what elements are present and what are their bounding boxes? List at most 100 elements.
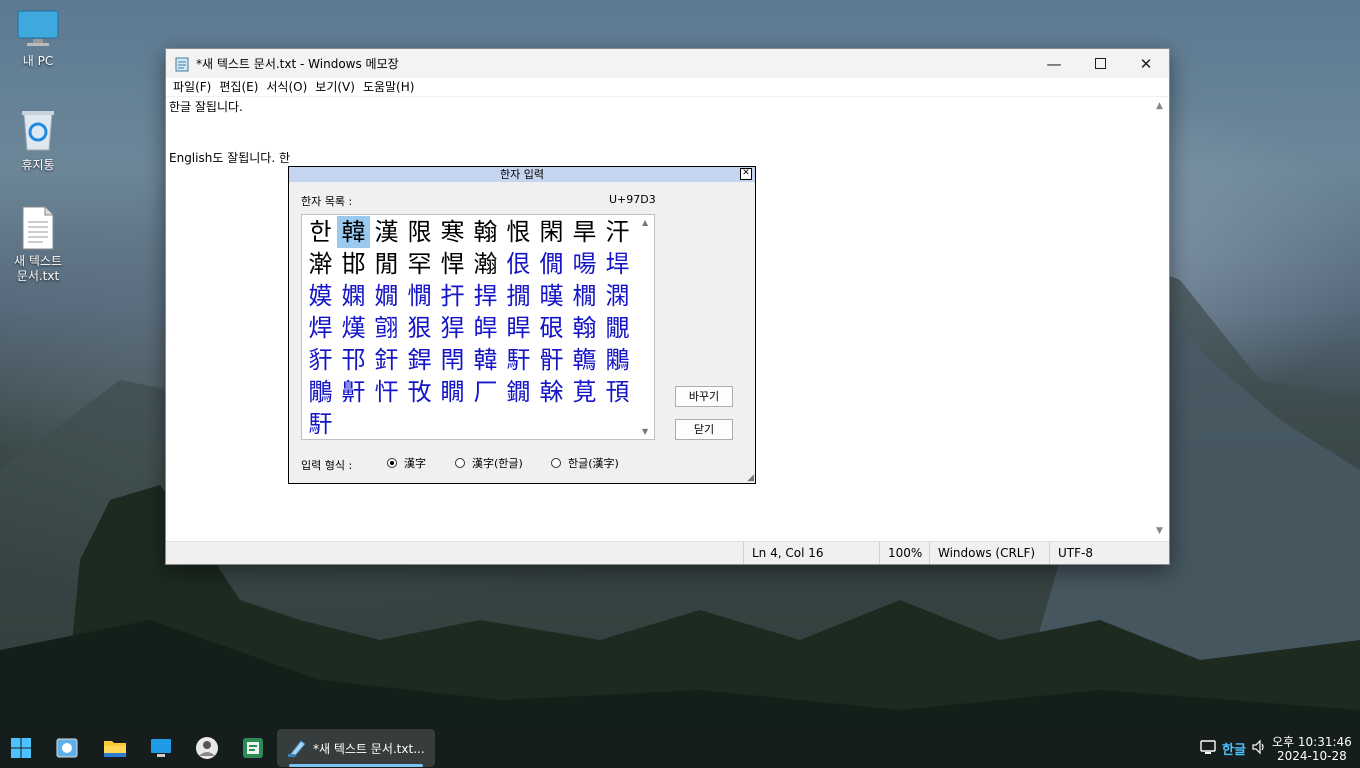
close-dialog-button[interactable]: 닫기 xyxy=(675,419,733,440)
hanja-candidate[interactable]: 鷴 xyxy=(601,344,634,376)
hanja-candidate[interactable]: 罕 xyxy=(403,248,436,280)
hanja-candidate[interactable]: 漢 xyxy=(370,216,403,248)
hanja-candidate[interactable]: 寒 xyxy=(436,216,469,248)
format-radio-hangul-hanja[interactable]: 한글(漢字) xyxy=(551,455,619,471)
hanja-candidate[interactable]: 韓 xyxy=(337,216,370,248)
hanja-candidate[interactable]: 邗 xyxy=(337,344,370,376)
menu-view[interactable]: 보기(V) xyxy=(314,78,362,96)
hanja-candidate[interactable]: 邯 xyxy=(337,248,370,280)
network-icon[interactable] xyxy=(1200,739,1216,758)
hanja-candidate[interactable]: 鼾 xyxy=(337,376,370,408)
start-button[interactable] xyxy=(9,736,33,760)
hanja-candidate[interactable]: 攼 xyxy=(403,376,436,408)
hanja-candidate[interactable]: 啺 xyxy=(568,248,601,280)
clock-date[interactable]: 2024-10-28 xyxy=(1277,749,1347,763)
hanja-candidate[interactable]: 恨 xyxy=(502,216,535,248)
menu-format[interactable]: 서식(O) xyxy=(265,78,314,96)
clock-time[interactable]: 오후 10:31:46 xyxy=(1272,733,1352,750)
hanja-candidate[interactable]: 銲 xyxy=(403,344,436,376)
hanja-candidate[interactable]: 暵 xyxy=(535,280,568,312)
hanja-candidate[interactable]: 莧 xyxy=(568,376,601,408)
hanja-candidate[interactable]: 厂 xyxy=(469,376,502,408)
hanja-candidate[interactable]: 榦 xyxy=(535,376,568,408)
format-radio-hanja-hangul[interactable]: 漢字(한글) xyxy=(455,455,523,471)
hanja-candidate[interactable]: 韓 xyxy=(469,344,502,376)
hanja-candidate[interactable]: 限 xyxy=(403,216,436,248)
taskbar-app-3[interactable] xyxy=(149,736,173,760)
hanja-candidate-list[interactable]: 한韓漢限寒翰恨閑旱汗澣邯閒罕悍瀚佷僩啺垾嫫嫻嫺憪扞捍撊暵橌澖焊熯翧狠猂皔睅硍翰覵… xyxy=(301,214,655,440)
hanja-candidate[interactable]: 嫫 xyxy=(304,280,337,312)
hanja-candidate[interactable]: 憪 xyxy=(403,280,436,312)
hanja-candidate[interactable]: 皔 xyxy=(469,312,502,344)
dialog-title-bar[interactable]: 한자 입력 ✕ xyxy=(289,167,755,182)
hanja-candidate[interactable]: 嫻 xyxy=(337,280,370,312)
hanja-candidate[interactable]: 閒 xyxy=(370,248,403,280)
scroll-up-icon[interactable]: ▲ xyxy=(1156,101,1163,111)
ime-mode-indicator[interactable]: 한글 xyxy=(1222,739,1246,758)
hanja-candidate[interactable]: 垾 xyxy=(601,248,634,280)
hanja-candidate[interactable]: 釬 xyxy=(370,344,403,376)
hanja-candidate[interactable]: 頇 xyxy=(601,376,634,408)
hanja-candidate[interactable]: 橌 xyxy=(568,280,601,312)
scroll-up-icon[interactable]: ▲ xyxy=(642,218,648,227)
hanja-candidate[interactable]: 翧 xyxy=(370,312,403,344)
hanja-candidate[interactable]: 熯 xyxy=(337,312,370,344)
desktop-icon-my-pc[interactable]: 내 PC xyxy=(0,10,76,69)
hanja-candidate[interactable]: 睅 xyxy=(502,312,535,344)
hanja-candidate[interactable]: 鐗 xyxy=(502,376,535,408)
menu-help[interactable]: 도움말(H) xyxy=(362,78,422,96)
hanja-candidate[interactable]: 嫺 xyxy=(370,280,403,312)
dialog-close-icon[interactable]: ✕ xyxy=(740,168,752,180)
format-radio-hanja[interactable]: 漢字 xyxy=(387,455,426,471)
hanja-candidate[interactable]: 鶾 xyxy=(568,344,601,376)
maximize-button[interactable] xyxy=(1077,49,1123,78)
volume-icon[interactable] xyxy=(1251,739,1267,758)
hanja-candidate[interactable]: 捍 xyxy=(469,280,502,312)
hanja-candidate[interactable]: 翰 xyxy=(568,312,601,344)
hanja-candidate[interactable]: 馯 xyxy=(502,344,535,376)
hanja-candidate[interactable]: 澣 xyxy=(304,248,337,280)
menu-file[interactable]: 파일(F) xyxy=(172,78,218,96)
minimize-button[interactable]: — xyxy=(1031,49,1077,78)
hanja-candidate[interactable]: 悍 xyxy=(436,248,469,280)
hanja-candidate[interactable]: 閑 xyxy=(535,216,568,248)
hanja-candidate[interactable]: 忓 xyxy=(370,376,403,408)
hanja-candidate[interactable]: 僩 xyxy=(535,248,568,280)
editor-scrollbar[interactable]: ▲ ▼ xyxy=(1153,97,1169,540)
menu-edit[interactable]: 편집(E) xyxy=(218,78,265,96)
hanja-candidate[interactable]: 閈 xyxy=(436,344,469,376)
hanja-candidate[interactable]: 瀚 xyxy=(469,248,502,280)
hanja-candidate[interactable]: 覵 xyxy=(601,312,634,344)
hanja-candidate[interactable]: 馯 xyxy=(304,408,337,440)
desktop-icon-text-file[interactable]: 새 텍스트 문서.txt xyxy=(0,206,76,284)
replace-button[interactable]: 바꾸기 xyxy=(675,386,733,407)
hanja-candidate[interactable]: 扞 xyxy=(436,280,469,312)
title-bar[interactable]: *새 텍스트 문서.txt - Windows 메모장 — ✕ xyxy=(166,49,1169,78)
hanja-candidate[interactable]: 猂 xyxy=(436,312,469,344)
taskbar-app-5[interactable] xyxy=(241,736,265,760)
hanja-candidate[interactable]: 旱 xyxy=(568,216,601,248)
taskbar-notepad-button[interactable]: *새 텍스트 문서.txt... xyxy=(277,729,435,767)
hanja-candidate[interactable]: 鷳 xyxy=(304,376,337,408)
hanja-candidate[interactable]: 佷 xyxy=(502,248,535,280)
hanja-candidate[interactable]: 撊 xyxy=(502,280,535,312)
hanja-candidate[interactable]: 澖 xyxy=(601,280,634,312)
hanja-candidate[interactable]: 焊 xyxy=(304,312,337,344)
scroll-down-icon[interactable]: ▼ xyxy=(642,427,648,436)
hanja-candidate[interactable]: 骭 xyxy=(535,344,568,376)
taskbar-app-4[interactable] xyxy=(195,736,219,760)
desktop-icon-recycle-bin[interactable]: 휴지통 xyxy=(0,108,76,173)
hanja-candidate[interactable]: 豻 xyxy=(304,344,337,376)
hanja-candidate[interactable]: 狠 xyxy=(403,312,436,344)
hanja-list-scrollbar[interactable]: ▲ ▼ xyxy=(639,215,654,439)
taskbar-app-1[interactable] xyxy=(55,736,79,760)
hanja-candidate[interactable]: 硍 xyxy=(535,312,568,344)
hanja-candidate[interactable]: 瞯 xyxy=(436,376,469,408)
hanja-candidate[interactable]: 汗 xyxy=(601,216,634,248)
hanja-input-dialog[interactable]: 한자 입력 ✕ 한자 목록 : U+97D3 한韓漢限寒翰恨閑旱汗澣邯閒罕悍瀚佷… xyxy=(288,166,756,484)
close-button[interactable]: ✕ xyxy=(1123,49,1169,78)
hanja-candidate[interactable]: 翰 xyxy=(469,216,502,248)
scroll-down-icon[interactable]: ▼ xyxy=(1156,526,1163,536)
resize-grip-icon[interactable]: ◢ xyxy=(747,473,754,483)
taskbar-file-explorer[interactable] xyxy=(103,736,127,760)
